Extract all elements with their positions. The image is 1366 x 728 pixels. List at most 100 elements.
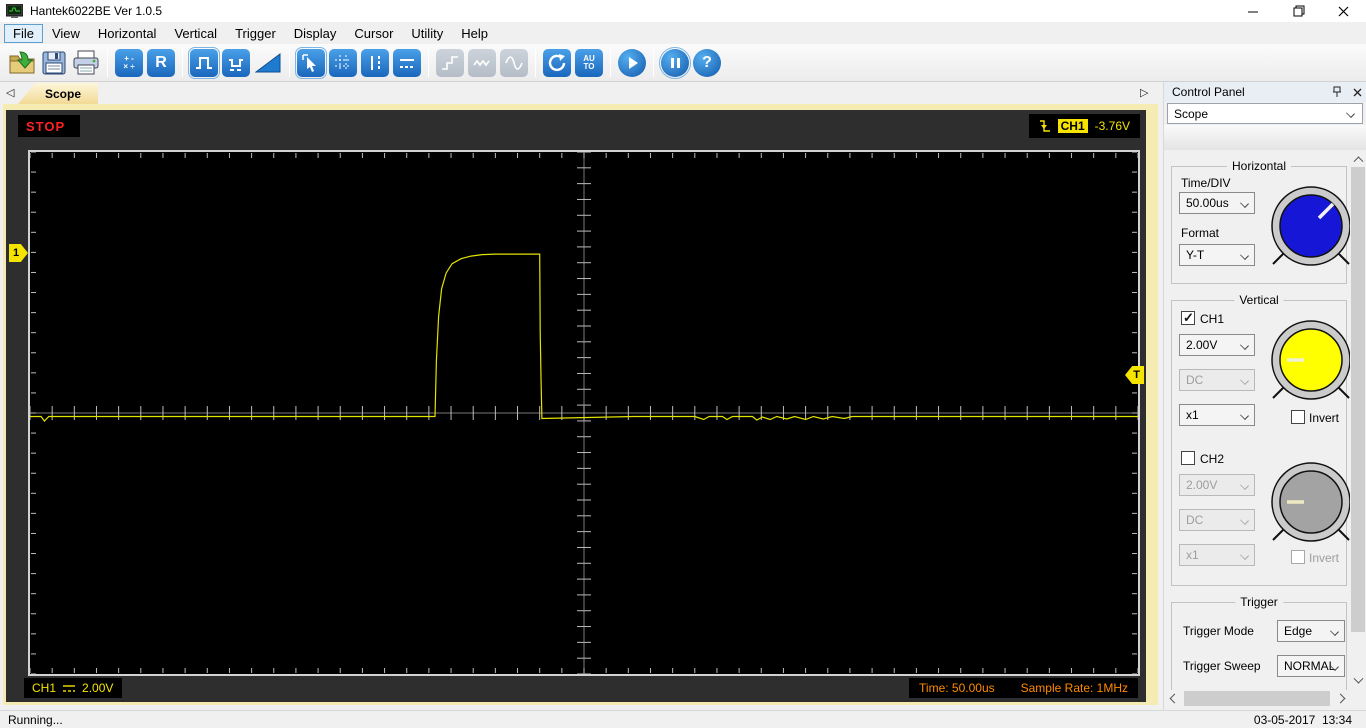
trigger-mode-label: Trigger Mode: [1183, 624, 1254, 638]
menu-vertical[interactable]: Vertical: [165, 24, 226, 43]
horizontal-scroll-thumb[interactable]: [1184, 691, 1330, 706]
menu-horizontal[interactable]: Horizontal: [89, 24, 166, 43]
channel1-position-marker[interactable]: 1: [9, 244, 28, 262]
ch1-invert-checkbox[interactable]: [1291, 410, 1305, 424]
ch1-enable-checkbox[interactable]: [1181, 310, 1195, 326]
help-button[interactable]: ?: [693, 48, 721, 77]
ch2-invert-checkbox[interactable]: [1291, 550, 1305, 564]
tab-bar: ◁ Scope ▷: [0, 83, 1366, 104]
run-state-indicator: STOP: [18, 115, 80, 137]
scroll-up-icon[interactable]: [1350, 150, 1366, 167]
cursor-select-button[interactable]: [295, 46, 327, 79]
sample-rate-value: Sample Rate: 1MHz: [1020, 681, 1128, 695]
vertical-cursors-icon: [371, 55, 380, 70]
ramp-icon: [255, 52, 281, 72]
ch1-coupling-select[interactable]: DC: [1179, 369, 1255, 391]
ch2-enable-checkbox[interactable]: [1181, 451, 1195, 465]
vertical-cursors-button[interactable]: [361, 48, 389, 77]
grid-button[interactable]: [329, 48, 357, 77]
time-div-select[interactable]: 50.00us: [1179, 192, 1255, 214]
math-button[interactable]: + - × ÷: [115, 48, 143, 77]
toolbar-separator: [535, 48, 536, 77]
scroll-down-icon[interactable]: [1350, 673, 1366, 690]
close-panel-button[interactable]: [1349, 84, 1365, 100]
auto-set-button[interactable]: AU TO: [575, 48, 603, 77]
restore-button[interactable]: [1276, 0, 1321, 22]
tab-scroll-right-icon[interactable]: ▷: [1140, 86, 1148, 99]
ch2-position-knob[interactable]: [1267, 458, 1351, 546]
chevron-down-icon: [1240, 376, 1249, 385]
status-datetime: 03-05-2017 13:34: [1253, 713, 1352, 727]
ch1-volts-value: 2.00V: [1186, 338, 1218, 352]
scope-display[interactable]: [28, 150, 1140, 676]
tab-scope[interactable]: Scope: [18, 83, 98, 104]
format-select[interactable]: Y-T: [1179, 244, 1255, 266]
sine-wave-icon: [505, 55, 523, 70]
refresh-button[interactable]: [543, 48, 571, 77]
panel-mode-select[interactable]: Scope: [1167, 103, 1363, 124]
chevron-down-icon: [1330, 627, 1339, 636]
sine-wave-button[interactable]: [500, 48, 528, 77]
ch1-volts-select[interactable]: 2.00V: [1179, 334, 1255, 356]
menu-utility[interactable]: Utility: [402, 24, 452, 43]
trigger-mode-select[interactable]: Edge: [1277, 620, 1345, 642]
menu-file[interactable]: File: [4, 23, 43, 43]
step-wave-button[interactable]: [436, 48, 464, 77]
chevron-down-icon: [1240, 251, 1249, 260]
auto-set-icon: AU TO: [583, 53, 595, 71]
pulse-width-icon: [229, 58, 243, 71]
horizontal-knob[interactable]: [1267, 182, 1351, 270]
channel1-scale-readout: CH1 2.00V: [24, 678, 122, 698]
menu-help[interactable]: Help: [452, 24, 497, 43]
pause-button[interactable]: [659, 46, 691, 79]
status-message: Running...: [8, 713, 63, 727]
menu-cursor[interactable]: Cursor: [345, 24, 402, 43]
panel-horizontal-scrollbar[interactable]: [1166, 690, 1349, 707]
pulse-trigger-button[interactable]: [188, 46, 220, 79]
scroll-right-icon[interactable]: [1332, 690, 1349, 707]
control-panel-title: Control Panel: [1172, 85, 1245, 99]
trigger-mode-value: Edge: [1284, 624, 1313, 638]
panel-vertical-scrollbar[interactable]: [1350, 150, 1366, 690]
waveform-plot: [29, 151, 1139, 675]
close-button[interactable]: [1321, 0, 1366, 22]
time-div-label: Time/DIV: [1181, 176, 1231, 190]
minimize-button[interactable]: [1231, 0, 1276, 22]
ch1-position-knob[interactable]: [1267, 316, 1351, 404]
print-button[interactable]: [72, 49, 100, 77]
noise-wave-button[interactable]: [468, 48, 496, 77]
ch1-checkbox-label: CH1: [1200, 312, 1225, 326]
ch1-probe-select[interactable]: x1: [1179, 404, 1255, 426]
chevron-down-icon: [1240, 516, 1249, 525]
ch2-probe-select[interactable]: x1: [1179, 544, 1255, 566]
ch2-volts-select[interactable]: 2.00V: [1179, 474, 1255, 496]
time-per-div-value: Time: 50.00us: [919, 681, 995, 695]
scope-top-bar: STOP CH1 -3.76V: [6, 110, 1146, 144]
floppy-icon: [42, 51, 66, 74]
reference-button[interactable]: R: [147, 48, 175, 77]
ch1-coupling-value: DC: [1186, 373, 1204, 387]
start-button[interactable]: [618, 48, 646, 77]
open-file-button[interactable]: [8, 49, 36, 77]
pulse-width-trigger-button[interactable]: [222, 48, 250, 77]
menu-display[interactable]: Display: [285, 24, 346, 43]
chevron-down-icon: [1240, 199, 1249, 208]
save-button[interactable]: [40, 49, 68, 77]
menu-trigger[interactable]: Trigger: [226, 24, 285, 43]
reference-icon: R: [155, 53, 167, 71]
trigger-sweep-select[interactable]: NORMAL: [1277, 655, 1345, 677]
horizontal-cursors-button[interactable]: [393, 48, 421, 77]
chevron-down-icon: [1240, 481, 1249, 490]
format-label: Format: [1181, 226, 1220, 240]
menu-view[interactable]: View: [43, 24, 89, 43]
ramp-button[interactable]: [254, 49, 282, 77]
horizontal-group-legend: Horizontal: [1226, 159, 1292, 173]
ch2-coupling-select[interactable]: DC: [1179, 509, 1255, 531]
chevron-down-icon: [1240, 551, 1249, 560]
pin-panel-button[interactable]: [1329, 84, 1345, 100]
tab-scroll-left-icon[interactable]: ◁: [6, 86, 14, 99]
vertical-scroll-thumb[interactable]: [1351, 167, 1365, 632]
trigger-edge-icon: [1039, 119, 1050, 132]
trigger-sweep-label: Trigger Sweep: [1183, 659, 1261, 673]
scroll-left-icon[interactable]: [1166, 690, 1183, 707]
